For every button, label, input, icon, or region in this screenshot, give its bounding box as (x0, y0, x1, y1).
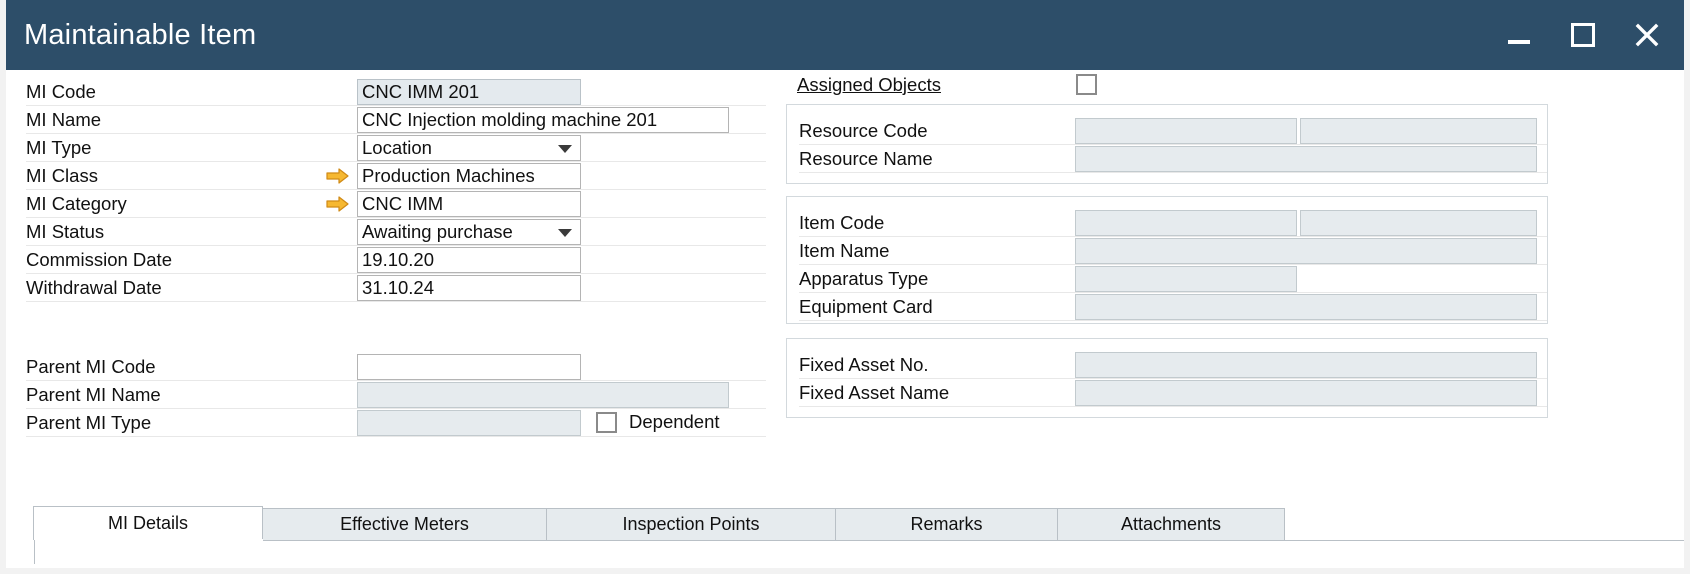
dependent-checkbox-group: Dependent (596, 411, 720, 433)
field-row-apparatus-type: Apparatus Type (787, 265, 1547, 293)
maintainable-item-window: Maintainable Item MI Code CNC IMM 201 MI… (0, 0, 1690, 574)
window-controls (1504, 20, 1666, 50)
input-parent-mi-type (357, 410, 581, 436)
input-item-code (1075, 210, 1297, 236)
dependent-checkbox[interactable] (596, 412, 617, 433)
label-item-code: Item Code (799, 209, 1079, 237)
select-mi-status[interactable]: Awaiting purchase (357, 219, 581, 245)
form-area: MI Code CNC IMM 201 MI Name CNC Injectio… (6, 70, 1684, 470)
field-row-resource-code: Resource Code (787, 117, 1547, 145)
input-resource-code-secondary (1300, 118, 1537, 144)
label-mi-name: MI Name (6, 106, 336, 134)
row-divider (799, 320, 1547, 321)
input-fixed-asset-name (1075, 380, 1537, 406)
field-row-mi-status: MI Status Awaiting purchase (6, 218, 766, 246)
label-commission-date: Commission Date (6, 246, 336, 274)
chevron-down-icon (558, 229, 572, 237)
label-mi-category: MI Category (6, 190, 336, 218)
tab-inspection-points[interactable]: Inspection Points (546, 508, 836, 540)
active-tab-seam (35, 539, 263, 542)
row-divider (799, 172, 1547, 173)
label-parent-mi-type: Parent MI Type (6, 409, 336, 437)
tab-mi-details[interactable]: MI Details (33, 506, 263, 540)
right-form-column: Assigned Objects Resource Code Resource … (786, 70, 1548, 470)
input-resource-name (1075, 146, 1537, 172)
field-row-resource-name: Resource Name (787, 145, 1547, 173)
label-equipment-card: Equipment Card (799, 293, 1079, 321)
tab-panel (34, 540, 1684, 564)
label-mi-code: MI Code (6, 78, 336, 106)
item-group: Item Code Item Name Apparatus Type Equi (786, 196, 1548, 324)
label-resource-code: Resource Code (799, 117, 1079, 145)
field-row-mi-category: MI Category CNC IMM (6, 190, 766, 218)
input-resource-code (1075, 118, 1297, 144)
input-fixed-asset-no (1075, 352, 1537, 378)
input-mi-class[interactable]: Production Machines (357, 163, 581, 189)
assigned-objects-header: Assigned Objects (786, 70, 1548, 104)
fixed-asset-group: Fixed Asset No. Fixed Asset Name (786, 338, 1548, 418)
select-mi-type-value: Location (362, 137, 432, 158)
row-divider (26, 436, 766, 437)
label-apparatus-type: Apparatus Type (799, 265, 1079, 293)
assigned-objects-link[interactable]: Assigned Objects (797, 74, 941, 96)
label-mi-class: MI Class (6, 162, 336, 190)
field-row-parent-mi-code: Parent MI Code (6, 353, 766, 381)
label-parent-mi-code: Parent MI Code (6, 353, 336, 381)
input-apparatus-type (1075, 266, 1297, 292)
field-row-item-name: Item Name (787, 237, 1547, 265)
input-parent-mi-code[interactable] (357, 354, 581, 380)
left-form-column: MI Code CNC IMM 201 MI Name CNC Injectio… (6, 78, 766, 437)
label-mi-type: MI Type (6, 134, 336, 162)
tab-effective-meters[interactable]: Effective Meters (262, 508, 547, 540)
field-row-parent-mi-name: Parent MI Name (6, 381, 766, 409)
link-arrow-icon[interactable] (326, 166, 350, 191)
row-divider (26, 301, 766, 302)
chevron-down-icon (558, 145, 572, 153)
field-row-equipment-card: Equipment Card (787, 293, 1547, 321)
label-item-name: Item Name (799, 237, 1079, 265)
input-commission-date[interactable]: 19.10.20 (357, 247, 581, 273)
window-title: Maintainable Item (24, 19, 256, 52)
field-row-fixed-asset-name: Fixed Asset Name (787, 379, 1547, 407)
assigned-objects-checkbox[interactable] (1076, 74, 1097, 95)
field-row-fixed-asset-no: Fixed Asset No. (787, 351, 1547, 379)
input-mi-category[interactable]: CNC IMM (357, 191, 581, 217)
field-row-withdrawal-date: Withdrawal Date 31.10.24 (6, 274, 766, 302)
select-mi-type[interactable]: Location (357, 135, 581, 161)
tab-bar: MI Details Effective Meters Inspection P… (6, 488, 1684, 568)
label-resource-name: Resource Name (799, 145, 1079, 173)
label-withdrawal-date: Withdrawal Date (6, 274, 336, 302)
tab-list: MI Details Effective Meters Inspection P… (34, 506, 1285, 540)
close-icon[interactable] (1632, 20, 1662, 50)
input-item-name (1075, 238, 1537, 264)
field-row-mi-code: MI Code CNC IMM 201 (6, 78, 766, 106)
label-fixed-asset-name: Fixed Asset Name (799, 379, 1079, 407)
input-withdrawal-date[interactable]: 31.10.24 (357, 275, 581, 301)
field-row-mi-name: MI Name CNC Injection molding machine 20… (6, 106, 766, 134)
label-mi-status: MI Status (6, 218, 336, 246)
input-item-code-secondary (1300, 210, 1537, 236)
input-mi-code[interactable]: CNC IMM 201 (357, 79, 581, 105)
field-row-item-code: Item Code (787, 209, 1547, 237)
row-divider (799, 406, 1547, 407)
minimize-icon[interactable] (1504, 20, 1534, 50)
resource-group: Resource Code Resource Name (786, 104, 1548, 184)
field-row-parent-mi-type: Parent MI Type Dependent (6, 409, 766, 437)
field-row-commission-date: Commission Date 19.10.20 (6, 246, 766, 274)
field-row-mi-class: MI Class Production Machines (6, 162, 766, 190)
input-parent-mi-name (357, 382, 729, 408)
label-parent-mi-name: Parent MI Name (6, 381, 336, 409)
tab-remarks[interactable]: Remarks (835, 508, 1058, 540)
label-fixed-asset-no: Fixed Asset No. (799, 351, 1079, 379)
input-equipment-card (1075, 294, 1537, 320)
select-mi-status-value: Awaiting purchase (362, 221, 513, 242)
link-arrow-icon[interactable] (326, 194, 350, 219)
tab-attachments[interactable]: Attachments (1057, 508, 1285, 540)
dependent-label: Dependent (629, 411, 720, 433)
field-row-mi-type: MI Type Location (6, 134, 766, 162)
form-spacer (6, 302, 766, 353)
maximize-icon[interactable] (1568, 20, 1598, 50)
window-titlebar: Maintainable Item (6, 0, 1684, 70)
input-mi-name[interactable]: CNC Injection molding machine 201 (357, 107, 729, 133)
